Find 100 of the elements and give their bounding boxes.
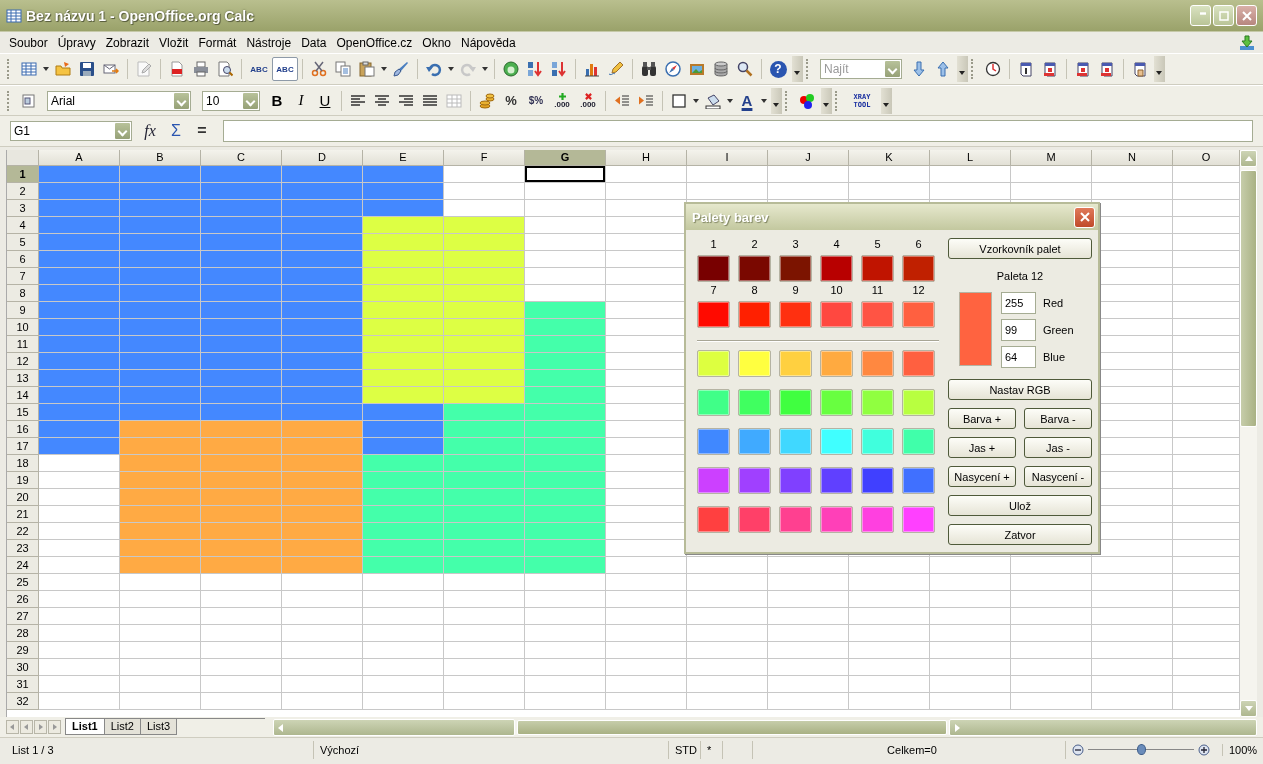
- color-swatch[interactable]: [697, 389, 730, 416]
- toolbar-overflow-button[interactable]: [881, 87, 892, 114]
- color-swatch[interactable]: [738, 506, 771, 533]
- color-swatch[interactable]: [779, 389, 812, 416]
- row-header[interactable]: 28: [7, 625, 39, 642]
- color-swatch[interactable]: [697, 255, 730, 282]
- row-header[interactable]: 15: [7, 404, 39, 421]
- menu-item[interactable]: Úpravy: [52, 35, 101, 50]
- color-swatch[interactable]: [902, 255, 935, 282]
- color-swatch[interactable]: [820, 301, 853, 328]
- color-swatch[interactable]: [861, 301, 894, 328]
- color-swatch[interactable]: [779, 506, 812, 533]
- row-header[interactable]: 31: [7, 676, 39, 693]
- dialog-button[interactable]: Nasycení -: [1024, 466, 1092, 487]
- zoom-in-icon[interactable]: [1198, 743, 1210, 756]
- add-decimal-button[interactable]: .000: [549, 88, 575, 113]
- scroll-right-button[interactable]: [949, 718, 1257, 736]
- dropdown-button[interactable]: [884, 60, 901, 78]
- formula-button[interactable]: fx: [138, 119, 162, 143]
- row-header[interactable]: 14: [7, 387, 39, 404]
- menu-item[interactable]: Zobrazit: [100, 35, 155, 50]
- previous-sheet-button[interactable]: [20, 720, 33, 734]
- rgb-input[interactable]: 255: [1001, 292, 1036, 314]
- scroll-left-button[interactable]: [273, 718, 515, 736]
- color-swatch[interactable]: [861, 506, 894, 533]
- text-style-button[interactable]: I: [289, 88, 313, 113]
- row-header[interactable]: 12: [7, 353, 39, 370]
- color-swatch[interactable]: [697, 350, 730, 377]
- currency-button[interactable]: $%: [523, 88, 549, 113]
- row-header[interactable]: 23: [7, 540, 39, 557]
- column-header[interactable]: K: [849, 150, 930, 166]
- dialog-button[interactable]: Barva -: [1024, 408, 1092, 429]
- row-header[interactable]: 10: [7, 319, 39, 336]
- row-header[interactable]: 1: [7, 166, 39, 183]
- dialog-button[interactable]: Jas -: [1024, 437, 1092, 458]
- minimize-button[interactable]: [1190, 5, 1211, 26]
- column-header[interactable]: D: [282, 150, 363, 166]
- color-swatch[interactable]: [902, 467, 935, 494]
- row-header[interactable]: 17: [7, 438, 39, 455]
- toolbar-overflow-button[interactable]: [957, 56, 968, 82]
- column-header[interactable]: F: [444, 150, 525, 166]
- color-swatch[interactable]: [738, 428, 771, 455]
- color-swatch[interactable]: [738, 467, 771, 494]
- column-header[interactable]: A: [39, 150, 120, 166]
- scrollbar-thumb[interactable]: [517, 719, 947, 735]
- color-swatch[interactable]: [861, 350, 894, 377]
- color-swatch[interactable]: [779, 350, 812, 377]
- dropdown-button[interactable]: [114, 122, 131, 140]
- formula-button[interactable]: Σ: [164, 119, 188, 143]
- next-sheet-button[interactable]: [34, 720, 47, 734]
- color-swatch[interactable]: [820, 389, 853, 416]
- menu-item[interactable]: OpenOffice.cz: [331, 35, 418, 50]
- column-header[interactable]: M: [1011, 150, 1092, 166]
- font-color-button[interactable]: A: [735, 88, 759, 113]
- color-swatch[interactable]: [820, 350, 853, 377]
- close-button[interactable]: [1236, 5, 1257, 26]
- spellcheck-button[interactable]: ABC: [246, 57, 272, 81]
- color-swatch[interactable]: [902, 350, 935, 377]
- row-header[interactable]: 27: [7, 608, 39, 625]
- row-header[interactable]: 24: [7, 557, 39, 574]
- text-style-button[interactable]: B: [265, 88, 289, 113]
- color-swatch[interactable]: [902, 506, 935, 533]
- sheet-tab[interactable]: List3: [139, 719, 178, 735]
- row-header[interactable]: 9: [7, 302, 39, 319]
- column-header[interactable]: L: [930, 150, 1011, 166]
- scroll-up-button[interactable]: [1240, 150, 1257, 167]
- row-header[interactable]: 30: [7, 659, 39, 676]
- color-swatch[interactable]: [861, 428, 894, 455]
- rgb-input[interactable]: 64: [1001, 346, 1036, 368]
- row-header[interactable]: 3: [7, 200, 39, 217]
- close-button[interactable]: [1074, 206, 1095, 228]
- row-header[interactable]: 13: [7, 370, 39, 387]
- scrollbar-thumb[interactable]: [1240, 170, 1257, 427]
- row-header[interactable]: 4: [7, 217, 39, 234]
- color-swatch[interactable]: [779, 255, 812, 282]
- row-header[interactable]: 21: [7, 506, 39, 523]
- color-swatch[interactable]: [902, 389, 935, 416]
- color-swatch[interactable]: [820, 428, 853, 455]
- row-header[interactable]: 20: [7, 489, 39, 506]
- column-header[interactable]: E: [363, 150, 444, 166]
- row-header[interactable]: 29: [7, 642, 39, 659]
- column-header[interactable]: C: [201, 150, 282, 166]
- row-header[interactable]: 25: [7, 574, 39, 591]
- row-header[interactable]: 26: [7, 591, 39, 608]
- zoom-out-icon[interactable]: [1072, 743, 1084, 756]
- menu-item[interactable]: Data: [296, 35, 332, 50]
- row-header[interactable]: 8: [7, 285, 39, 302]
- dialog-button[interactable]: Zatvor: [948, 524, 1092, 545]
- row-header[interactable]: 18: [7, 455, 39, 472]
- row-header[interactable]: 11: [7, 336, 39, 353]
- column-header[interactable]: O: [1173, 150, 1240, 166]
- menu-item[interactable]: Nápověda: [456, 35, 521, 50]
- row-header[interactable]: 16: [7, 421, 39, 438]
- color-swatch[interactable]: [697, 506, 730, 533]
- scroll-down-button[interactable]: [1240, 700, 1257, 717]
- toolbar-overflow-button[interactable]: [821, 87, 832, 114]
- toolbar-overflow-button[interactable]: [1154, 56, 1165, 82]
- row-header[interactable]: 7: [7, 268, 39, 285]
- color-swatch[interactable]: [902, 301, 935, 328]
- dialog-button[interactable]: Ulož: [948, 495, 1092, 516]
